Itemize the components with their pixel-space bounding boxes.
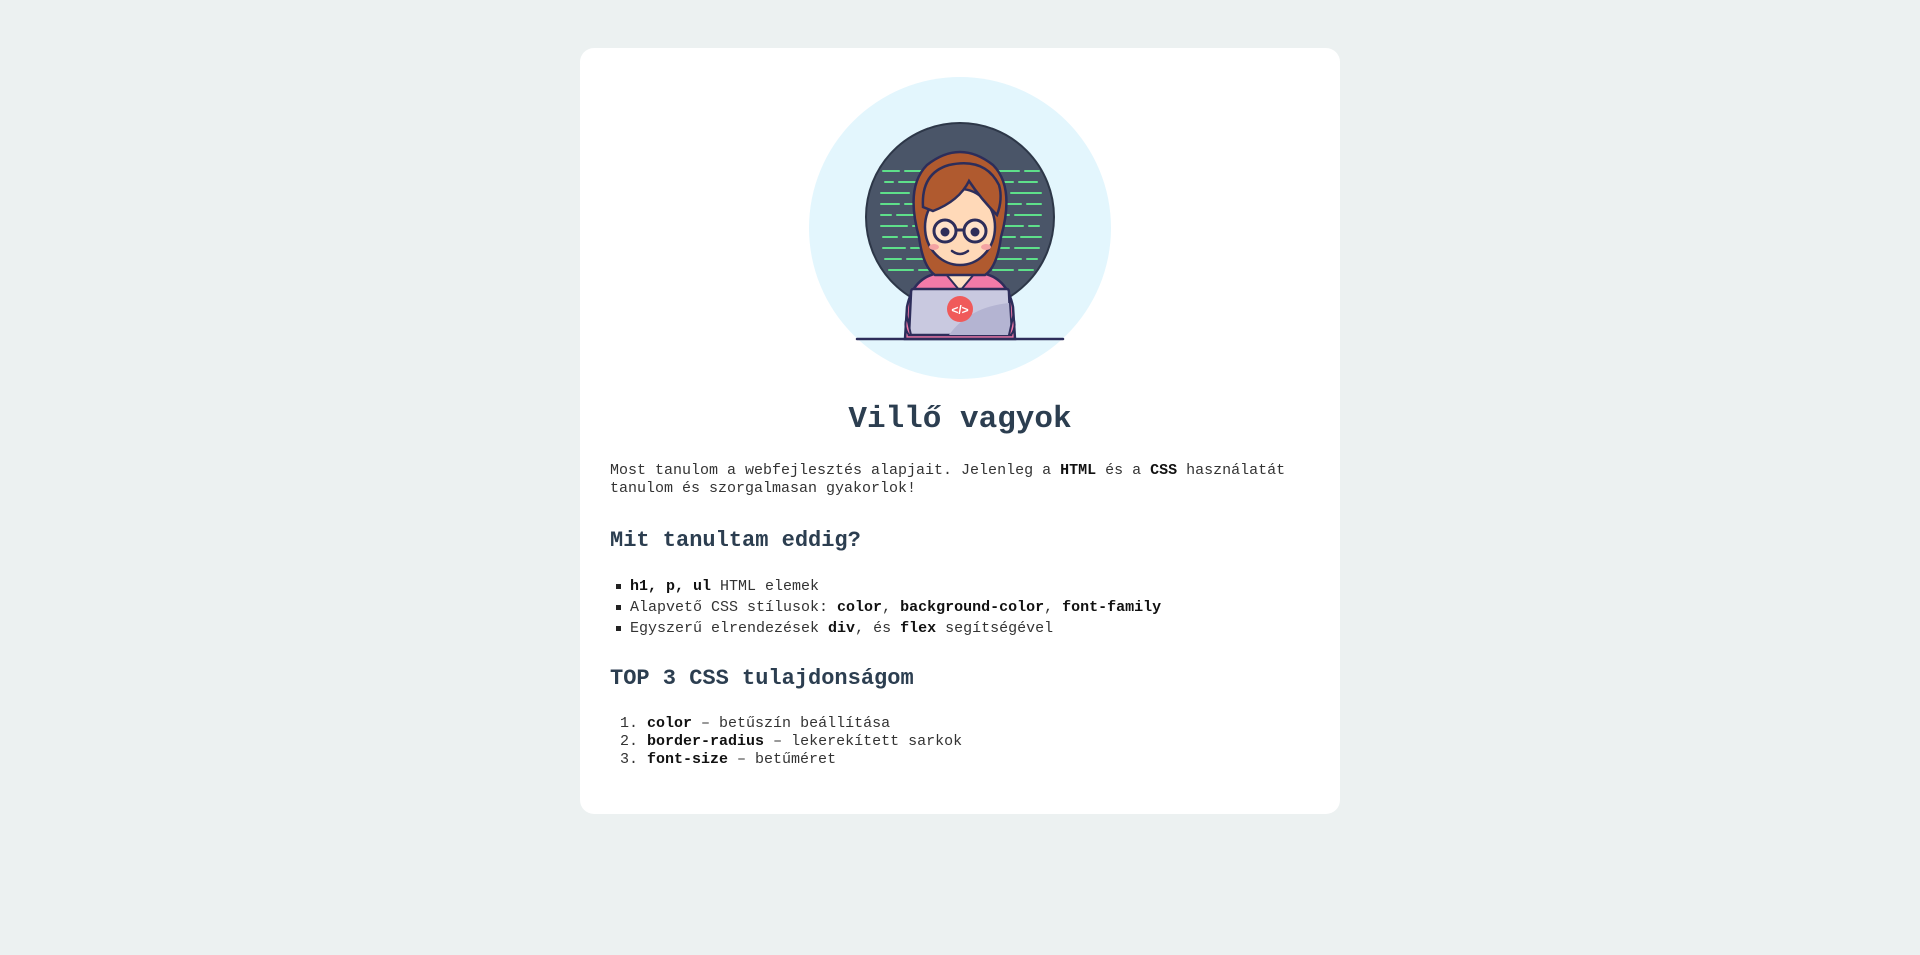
code-badge-label: </> [951, 303, 968, 317]
list-item-number: 3. [620, 751, 639, 768]
list-item-keyword: color [837, 599, 883, 616]
list-item-text: Egyszerű elrendezések [630, 620, 829, 637]
avatar: </> [809, 77, 1111, 379]
list-item-text: , és [855, 620, 901, 637]
list-item-text: HTML elemek [711, 578, 820, 595]
top-css-heading: TOP 3 CSS tulajdonságom [610, 666, 914, 691]
list-item: 3. font-size – betűméret [610, 751, 962, 769]
page-title: Villő vagyok [848, 402, 1072, 437]
list-item-text: segítségével [936, 620, 1054, 637]
list-item: h1, p, ul HTML elemek [610, 576, 1161, 597]
list-item-keyword: border-radius [647, 733, 765, 750]
list-item-keyword: color [647, 715, 693, 732]
list-item-keyword: div [828, 620, 856, 637]
intro-text: Most tanulom a webfejlesztés alapjait. J… [610, 462, 1061, 479]
girl-coding-on-laptop-icon: </> [809, 77, 1111, 379]
intro-paragraph: Most tanulom a webfejlesztés alapjait. J… [610, 462, 1310, 498]
list-item: 1. color – betűszín beállítása [610, 715, 962, 733]
list-item: Alapvető CSS stílusok: color, background… [610, 597, 1161, 618]
list-item-number: 2. [620, 733, 639, 750]
intro-text: és a [1096, 462, 1151, 479]
list-item: Egyszerű elrendezések div, és flex segít… [610, 618, 1161, 639]
list-item-text: – lekerekített sarkok [764, 733, 963, 750]
intro-html-keyword: HTML [1060, 462, 1097, 479]
learned-heading: Mit tanultam eddig? [610, 528, 861, 553]
profile-card: </> Villő vagyok Most tanulom a webfejle… [580, 48, 1340, 814]
list-item-text: , [882, 599, 901, 616]
list-item-text: , [1044, 599, 1063, 616]
top-css-list: 1. color – betűszín beállítása 2. border… [610, 715, 962, 769]
learned-list: h1, p, ul HTML elemek Alapvető CSS stílu… [610, 576, 1161, 639]
list-item-text: – betűméret [728, 751, 837, 768]
list-item-keyword: font-family [1062, 599, 1162, 616]
list-item: 2. border-radius – lekerekített sarkok [610, 733, 962, 751]
list-item-keyword: flex [900, 620, 937, 637]
list-item-text: – betűszín beállítása [692, 715, 891, 732]
list-item-text: Alapvető CSS stílusok: [630, 599, 838, 616]
list-item-keyword: background-color [900, 599, 1045, 616]
list-item-keyword: h1, p, ul [630, 578, 712, 595]
list-item-number: 1. [620, 715, 639, 732]
list-item-keyword: font-size [647, 751, 729, 768]
intro-css-keyword: CSS [1150, 462, 1178, 479]
